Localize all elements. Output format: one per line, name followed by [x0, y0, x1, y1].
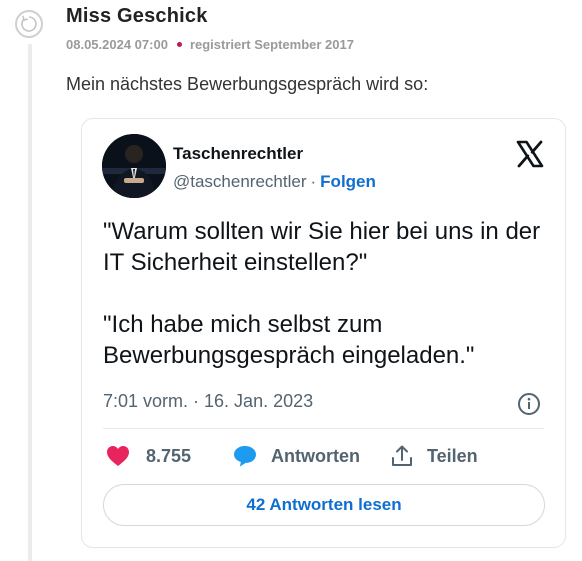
- reply-button[interactable]: Antworten: [233, 445, 360, 467]
- share-icon: [392, 445, 412, 466]
- handle-separator: ·: [310, 172, 317, 191]
- post-date: 08.05.2024 07:00: [66, 37, 168, 52]
- tweet-paragraph-2: "Ich habe mich selbst zum Bewerbungsgesp…: [103, 311, 475, 369]
- read-replies-button[interactable]: 42 Antworten lesen: [103, 484, 545, 526]
- follow-button[interactable]: Folgen: [320, 172, 376, 191]
- reply-label: Antworten: [271, 445, 360, 466]
- tweet-timestamp[interactable]: 7:01 vorm. · 16. Jan. 2023: [103, 391, 313, 412]
- refresh-icon: [21, 15, 37, 32]
- tweet-avatar[interactable]: [102, 134, 166, 198]
- tweet-author-name[interactable]: Taschenrechtler: [173, 144, 303, 164]
- tweet-paragraph-1: "Warum sollten wir Sie hier bei uns in d…: [103, 218, 541, 276]
- thread-line: [28, 44, 32, 561]
- post-text: Mein nächstes Bewerbungsgespräch wird so…: [66, 74, 429, 94]
- post-meta: 08.05.2024 07:00 registriert September 20…: [66, 37, 354, 52]
- tweet-handle[interactable]: @taschenrechtler: [173, 172, 307, 191]
- share-label: Teilen: [427, 445, 478, 466]
- info-icon[interactable]: [517, 392, 541, 416]
- tweet-divider: [103, 428, 544, 429]
- registered-since: registriert September 2017: [189, 37, 354, 52]
- post-author[interactable]: Miss Geschick: [66, 5, 208, 28]
- embedded-tweet: Taschenrechtler @taschenrechtler · Folgen …: [81, 118, 566, 548]
- like-button[interactable]: 8.755: [106, 445, 191, 467]
- x-logo-icon[interactable]: [515, 139, 545, 169]
- profile-photo: [102, 134, 166, 198]
- user-avatar[interactable]: [15, 10, 43, 38]
- share-button[interactable]: Teilen: [391, 445, 478, 467]
- speech-bubble-icon: [234, 446, 256, 467]
- like-count: 8.755: [146, 445, 192, 466]
- heart-icon: [107, 446, 129, 466]
- tweet-handle-row: @taschenrechtler · Folgen: [173, 172, 376, 192]
- tweet-text: "Warum sollten wir Sie hier bei uns in d…: [103, 216, 553, 371]
- meta-dot: [176, 42, 182, 48]
